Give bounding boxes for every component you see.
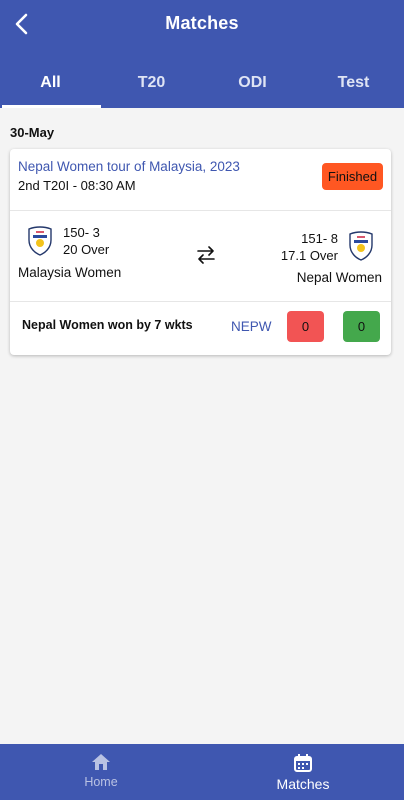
team1-runs: 150- 3 (63, 225, 100, 240)
winner-abbreviation: NEPW (231, 319, 272, 334)
team-crest-icon (28, 226, 52, 256)
divider (10, 301, 391, 302)
page-title: Matches (165, 13, 239, 33)
team2-overs: 17.1 Over (280, 248, 338, 263)
nav-item-home[interactable]: Home (0, 744, 202, 800)
team2-runs: 151- 8 (301, 231, 338, 246)
status-badge: Finished (322, 163, 383, 190)
divider (10, 210, 391, 211)
series-name: Nepal Women tour of Malaysia, 2023 (18, 159, 240, 174)
tab-t20[interactable]: T20 (101, 60, 202, 108)
nav-label-home: Home (84, 775, 118, 789)
calendar-icon (294, 754, 312, 772)
team1-overs: 20 Over (63, 242, 110, 257)
team2-score: 151- 8 17.1 Over (281, 230, 338, 264)
match-result: Nepal Women won by 7 wkts (22, 318, 193, 332)
tab-all[interactable]: All (0, 60, 101, 108)
nav-label-matches: Matches (276, 776, 330, 792)
swap-arrows-icon (197, 246, 215, 264)
match-card[interactable]: Nepal Women tour of Malaysia, 2023 2nd T… (10, 149, 391, 355)
team2-name: Nepal Women (296, 270, 382, 285)
team-crest-icon (349, 231, 373, 261)
home-icon (92, 754, 110, 770)
bottom-navigation: Home Matches (0, 744, 404, 800)
match-info: 2nd T20I - 08:30 AM (18, 178, 136, 193)
nav-item-matches[interactable]: Matches (202, 744, 404, 800)
tab-test[interactable]: Test (303, 60, 404, 108)
team1-name: Malaysia Women (18, 265, 122, 280)
tab-odi[interactable]: ODI (202, 60, 303, 108)
format-tabs: All T20 ODI Test (0, 60, 404, 108)
vote-left-button[interactable]: 0 (287, 311, 324, 342)
date-group-heading: 30-May (10, 125, 55, 140)
app-header: Matches All T20 ODI Test (0, 0, 404, 108)
vote-right-button[interactable]: 0 (343, 311, 380, 342)
team1-score: 150- 3 20 Over (63, 224, 109, 258)
